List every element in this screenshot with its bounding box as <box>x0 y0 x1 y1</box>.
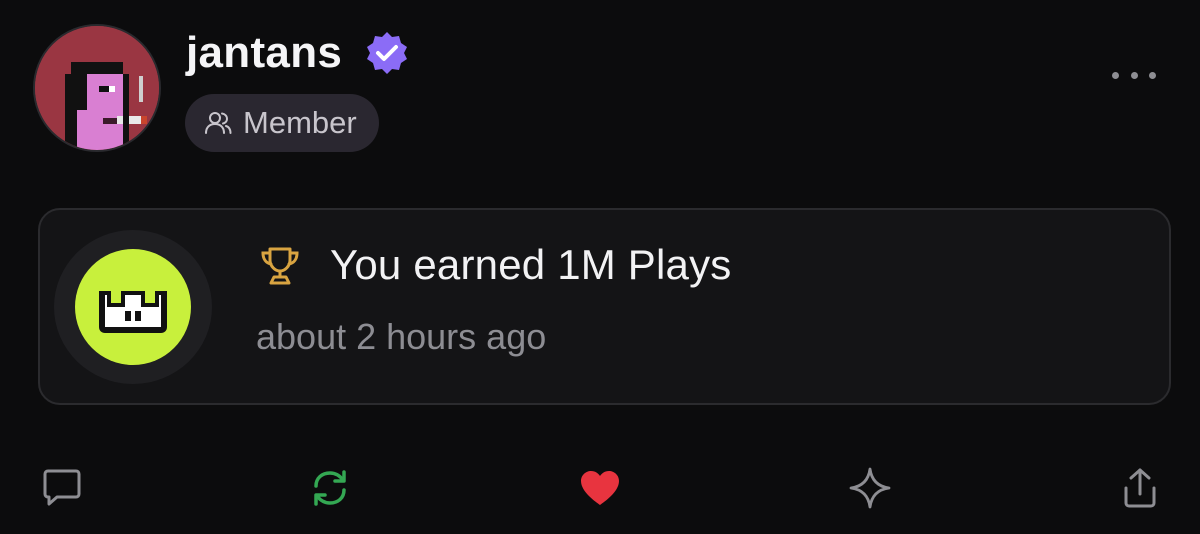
badge-logo-icon <box>99 291 167 333</box>
role-label: Member <box>243 105 357 140</box>
more-dot <box>1112 71 1119 79</box>
repost-icon <box>314 470 346 506</box>
like-button[interactable] <box>578 466 622 510</box>
activity-title: You earned 1M Plays <box>330 241 732 288</box>
avatar[interactable] <box>33 24 161 152</box>
share-button[interactable] <box>1118 466 1162 510</box>
highlight-button[interactable] <box>848 466 892 510</box>
sparkle-icon <box>849 467 891 509</box>
trophy-icon <box>261 247 299 285</box>
heart-icon <box>581 471 619 505</box>
share-icon <box>1124 468 1156 508</box>
more-dot <box>1130 71 1138 79</box>
more-options-icon[interactable] <box>1112 62 1156 88</box>
role-badge: Member <box>185 94 379 152</box>
more-dot <box>1149 71 1156 79</box>
repost-button[interactable] <box>308 466 352 510</box>
comment-icon <box>43 469 81 506</box>
verified-badge-icon <box>367 32 407 74</box>
comment-button[interactable] <box>40 466 84 510</box>
username[interactable]: jantans <box>186 26 342 80</box>
activity-timestamp: about 2 hours ago <box>256 316 547 357</box>
avatar-pixel-art <box>35 26 159 150</box>
person-icon <box>205 112 232 134</box>
achievement-badge <box>75 249 191 365</box>
